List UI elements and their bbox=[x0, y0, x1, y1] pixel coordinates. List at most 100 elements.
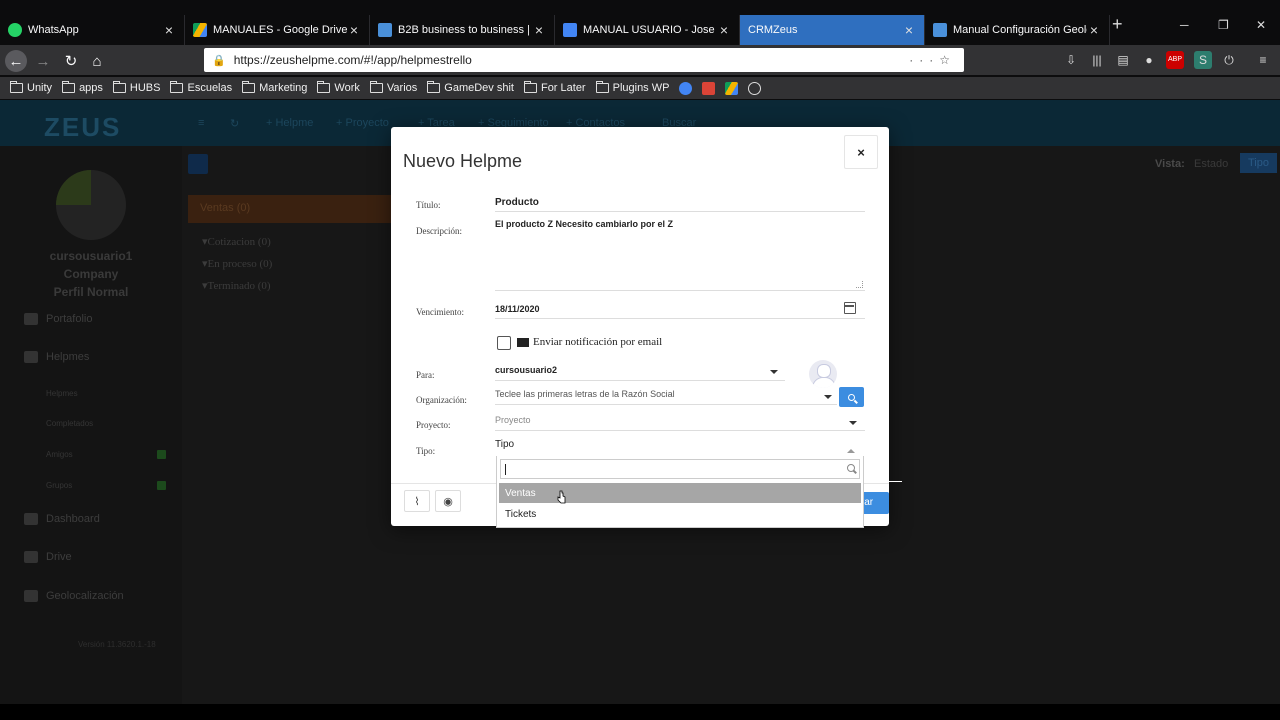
bookmark-folder[interactable]: Escuelas bbox=[170, 81, 233, 94]
sidebar-item-dashboard[interactable]: Dashboard bbox=[24, 513, 100, 525]
tab-whatsapp[interactable]: WhatsApp × bbox=[0, 15, 185, 45]
organizacion-label: Organización: bbox=[416, 395, 467, 405]
bookmark-folder[interactable]: Work bbox=[317, 81, 360, 94]
resize-handle-icon[interactable] bbox=[856, 281, 863, 288]
refresh-icon[interactable]: ↻ bbox=[230, 117, 239, 130]
sidebar-sub-amigos[interactable]: Amigos bbox=[46, 450, 73, 459]
search-icon bbox=[848, 393, 855, 401]
tab-crmzeus[interactable]: CRMZeus × bbox=[740, 15, 925, 45]
group-en-proceso[interactable]: ▾En proceso (0) bbox=[202, 257, 272, 270]
google-icon[interactable] bbox=[679, 81, 693, 95]
email-notify-checkbox[interactable] bbox=[497, 336, 511, 350]
back-icon[interactable]: ← bbox=[5, 50, 27, 72]
pdf-icon[interactable] bbox=[702, 81, 716, 95]
reload-icon[interactable]: ↻ bbox=[60, 50, 82, 72]
cloud-icon bbox=[24, 551, 38, 563]
column-header-ventas: Ventas (0) bbox=[188, 195, 398, 223]
google-drive-icon[interactable] bbox=[725, 81, 739, 95]
close-tab-icon[interactable]: × bbox=[347, 22, 361, 38]
account-icon[interactable]: ● bbox=[1140, 51, 1158, 69]
close-tab-icon[interactable]: × bbox=[1087, 22, 1101, 38]
close-window-icon[interactable]: ✕ bbox=[1256, 18, 1266, 32]
library-icon[interactable]: ||| bbox=[1088, 51, 1106, 69]
bookmark-folder[interactable]: Plugins WP bbox=[595, 81, 670, 94]
dropdown-search-input[interactable] bbox=[500, 459, 860, 479]
url-bar[interactable]: 🔒 https://zeushelpme.com/#!/app/helpmest… bbox=[204, 48, 964, 72]
globe-icon[interactable] bbox=[748, 81, 762, 95]
proyecto-select[interactable]: Proyecto bbox=[495, 415, 531, 425]
tab-manual-geoloc[interactable]: Manual Configuración Geoloc × bbox=[925, 15, 1110, 45]
organizacion-input[interactable]: Teclee las primeras letras de la Razón S… bbox=[495, 389, 675, 399]
list-view-icon[interactable] bbox=[188, 154, 208, 174]
chevron-up-icon[interactable] bbox=[847, 449, 855, 453]
adblock-icon[interactable]: ABP bbox=[1166, 51, 1184, 69]
sidebar-item-drive[interactable]: Drive bbox=[24, 551, 72, 563]
close-tab-icon[interactable]: × bbox=[717, 22, 731, 38]
home-icon[interactable]: ⌂ bbox=[86, 50, 108, 72]
folder-icon bbox=[10, 81, 23, 93]
bookmark-label: Plugins WP bbox=[612, 82, 670, 94]
close-tab-icon[interactable]: × bbox=[902, 22, 916, 38]
sidebar-item-label: Drive bbox=[46, 551, 72, 563]
chevron-down-icon[interactable] bbox=[770, 370, 778, 374]
bookmark-folder[interactable]: For Later bbox=[523, 81, 586, 94]
vista-tipo-button[interactable]: Tipo bbox=[1240, 153, 1277, 173]
menu-icon[interactable]: ≡ bbox=[198, 117, 204, 129]
sidebar-item-portafolio[interactable]: Portafolio bbox=[24, 313, 92, 325]
bookmark-folder[interactable]: apps bbox=[62, 81, 103, 94]
minimize-icon[interactable]: ─ bbox=[1180, 18, 1189, 32]
bookmark-folder[interactable]: Varios bbox=[369, 81, 417, 94]
sidebar-item-geolocalizacion[interactable]: Geolocalización bbox=[24, 590, 124, 602]
tipo-select[interactable]: Tipo bbox=[495, 439, 514, 450]
new-tab-icon[interactable]: + bbox=[1112, 14, 1123, 35]
divider bbox=[495, 318, 865, 319]
forward-icon[interactable]: → bbox=[32, 50, 54, 72]
tab-manual-usuario[interactable]: MANUAL USUARIO - Jose Luis × bbox=[555, 15, 740, 45]
menu-icon[interactable]: ≡ bbox=[1254, 51, 1272, 69]
close-button[interactable]: × bbox=[844, 135, 878, 169]
bookmark-label: Escuelas bbox=[187, 82, 233, 94]
chevron-down-icon[interactable] bbox=[824, 395, 832, 399]
restore-icon[interactable]: ❐ bbox=[1218, 18, 1229, 32]
power-icon[interactable]: ⏻ bbox=[1220, 51, 1238, 69]
sidebar-sub-helpmes[interactable]: Helpmes bbox=[46, 389, 78, 398]
group-terminado[interactable]: ▾Terminado (0) bbox=[202, 279, 271, 292]
extension-icon[interactable]: S bbox=[1194, 51, 1212, 69]
vista-estado-button[interactable]: Estado bbox=[1194, 158, 1228, 170]
calendar-icon[interactable] bbox=[844, 302, 856, 314]
organizacion-search-button[interactable] bbox=[839, 387, 864, 407]
email-notify-label: Enviar notificación por email bbox=[517, 336, 662, 348]
camera-button[interactable]: ◉ bbox=[435, 490, 461, 512]
close-tab-icon[interactable]: × bbox=[532, 22, 546, 38]
descripcion-textarea[interactable]: El producto Z Necesito cambiarlo por el … bbox=[495, 219, 865, 291]
bookmark-folder[interactable]: GameDev shit bbox=[427, 81, 514, 94]
email-notify-text: Enviar notificación por email bbox=[533, 336, 663, 348]
downloads-icon[interactable]: ⇩ bbox=[1062, 51, 1080, 69]
version-text: Versión 11.3620.1.-18 bbox=[78, 640, 156, 649]
zeus-icon bbox=[378, 23, 392, 37]
sidebar-sub-completados[interactable]: Completados bbox=[46, 419, 93, 428]
dropdown-option-ventas[interactable]: Ventas bbox=[499, 483, 861, 503]
tab-google-drive[interactable]: MANUALES - Google Drive × bbox=[185, 15, 370, 45]
chevron-down-icon[interactable] bbox=[849, 421, 857, 425]
para-select[interactable]: cursousuario2 bbox=[495, 365, 557, 375]
nav-new-proyecto[interactable]: + Proyecto bbox=[336, 117, 389, 129]
url-text: https://zeushelpme.com/#!/app/helpmestre… bbox=[233, 53, 472, 67]
sidebar-icon[interactable]: ▤ bbox=[1114, 51, 1132, 69]
bookmark-label: Marketing bbox=[259, 82, 308, 94]
titulo-input[interactable]: Producto bbox=[495, 197, 539, 208]
group-cotizacion[interactable]: ▾Cotizacion (0) bbox=[202, 235, 271, 248]
close-tab-icon[interactable]: × bbox=[162, 22, 176, 38]
bookmark-folder[interactable]: Marketing bbox=[242, 81, 308, 94]
nav-new-helpme[interactable]: + Helpme bbox=[266, 117, 313, 129]
vencimiento-input[interactable]: 18/11/2020 bbox=[495, 304, 540, 314]
sidebar-sub-grupos[interactable]: Grupos bbox=[46, 481, 72, 490]
tab-b2b[interactable]: B2B business to business | Zeu × bbox=[370, 15, 555, 45]
recipient-avatar bbox=[809, 360, 837, 388]
dropdown-option-tickets[interactable]: Tickets bbox=[499, 504, 861, 524]
bookmark-folder[interactable]: Unity bbox=[10, 81, 52, 94]
attach-button[interactable]: ⌇ bbox=[404, 490, 430, 512]
sidebar-item-helpmes[interactable]: Helpmes bbox=[24, 351, 89, 363]
bookmark-folder[interactable]: HUBS bbox=[112, 81, 160, 94]
page-actions-icon[interactable]: ···☆ bbox=[909, 53, 956, 67]
